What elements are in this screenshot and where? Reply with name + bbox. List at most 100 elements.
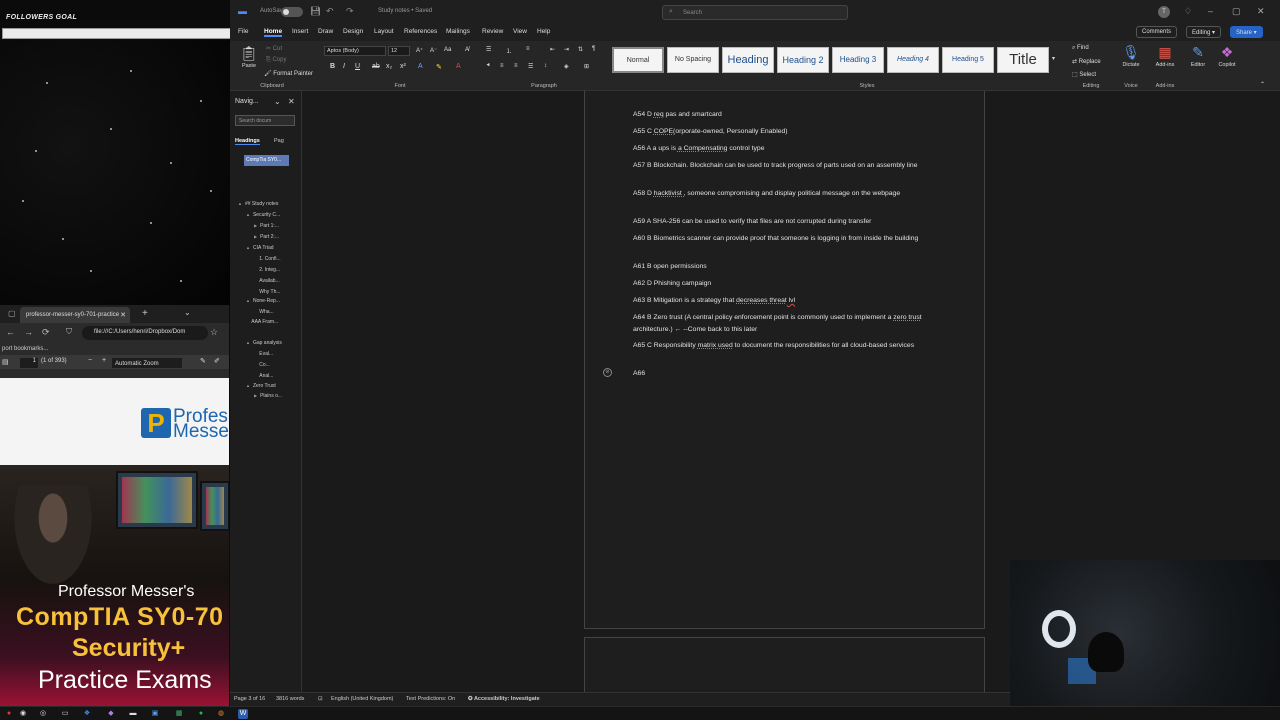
collapse-icon[interactable] [246, 319, 248, 324]
word-count[interactable]: 3816 words [276, 696, 304, 702]
bold-icon[interactable]: B [330, 63, 335, 70]
navigation-search-input[interactable]: Search docum [235, 115, 295, 126]
zoom-out-icon[interactable]: − [88, 357, 92, 364]
share-button[interactable]: Share ▾ [1230, 26, 1263, 38]
comments-button[interactable]: Comments [1136, 26, 1178, 38]
menu-references[interactable]: References [404, 28, 437, 35]
style-no-spacing[interactable]: No Spacing [667, 47, 719, 73]
editing-mode-button[interactable]: Editing ▾ [1186, 26, 1222, 38]
nav-heading-item[interactable]: Anal... [254, 373, 273, 379]
answer-a59[interactable]: A59 A SHA-256 can be used to verify that… [633, 216, 943, 228]
nav-heading-item[interactable]: Eval... [254, 351, 273, 357]
answer-a62[interactable]: A62 D Phishing campaign [633, 278, 943, 290]
answer-a60[interactable]: A60 B Biometrics scanner can provide pro… [633, 233, 943, 245]
dictate-button[interactable]: 🎙︎ Dictate [1116, 44, 1146, 68]
italic-icon[interactable]: I [343, 63, 345, 70]
collapse-icon[interactable]: ▲ [246, 298, 250, 303]
style-heading-5[interactable]: Heading 5 [942, 47, 994, 73]
menu-view[interactable]: View [513, 28, 527, 35]
chevron-down-icon[interactable]: ⌄ [274, 97, 281, 106]
avatar[interactable]: T [1158, 6, 1170, 18]
window-menu-icon[interactable]: ▢ [8, 309, 16, 318]
justify-icon[interactable]: ☰ [528, 63, 533, 70]
nav-heading-selected[interactable]: CompTia SY0... [244, 155, 289, 166]
zoom-in-icon[interactable]: + [102, 357, 106, 364]
expand-icon[interactable]: ▶ [254, 393, 257, 398]
collapse-icon[interactable] [254, 351, 256, 356]
collapse-icon[interactable]: ▲ [246, 212, 250, 217]
collapse-icon[interactable] [254, 267, 256, 272]
nav-heading-item[interactable]: ▲ Zero Trust [246, 383, 276, 389]
superscript-icon[interactable]: x² [400, 63, 406, 70]
proofing-icon[interactable]: ⊡ [318, 696, 323, 702]
nav-heading-item[interactable]: ▶ Part 1:... [254, 223, 279, 229]
app-icon[interactable]: ▦ [174, 709, 184, 719]
collapse-icon[interactable] [254, 278, 256, 283]
paragraph-options-icon[interactable]: ⊘ [603, 368, 612, 377]
nav-heading-item[interactable]: ▲ CIA Triad [246, 245, 274, 251]
align-center-icon[interactable]: ≡ [500, 63, 504, 69]
accessibility-status[interactable]: ✪ Accessibility: Investigate [468, 696, 540, 702]
answer-a65[interactable]: A65 C Responsibility matrix used to docu… [633, 340, 943, 352]
menu-mailings[interactable]: Mailings [446, 28, 470, 35]
menu-layout[interactable]: Layout [374, 28, 394, 35]
highlight-icon[interactable]: ✎ [200, 357, 206, 365]
decrease-indent-icon[interactable]: ⇤ [550, 46, 555, 53]
shield-icon[interactable]: ⛉ [66, 327, 72, 337]
numbering-icon[interactable]: ⒈ [506, 46, 512, 55]
replace-button[interactable]: ⇄ Replace [1072, 58, 1101, 65]
line-spacing-icon[interactable]: ↕ [544, 63, 547, 69]
addins-button[interactable]: ▦ Add-ins [1148, 44, 1182, 68]
page-indicator[interactable]: Page 3 of 16 [234, 696, 265, 702]
document-title[interactable]: Study notes • Saved [378, 8, 432, 14]
app-icon[interactable]: ▬ [128, 709, 138, 719]
terminal-icon[interactable]: ▭ [60, 709, 70, 719]
menu-file[interactable]: File [238, 28, 248, 35]
align-right-icon[interactable]: ≡ [514, 63, 518, 69]
change-case-icon[interactable]: Aa [444, 47, 451, 53]
obs-icon[interactable]: ◉ [18, 709, 28, 719]
minimize-icon[interactable]: – [1208, 6, 1213, 16]
collapse-icon[interactable] [254, 373, 256, 378]
menu-draw[interactable]: Draw [318, 28, 333, 35]
nav-heading-item[interactable]: Why Th... [254, 289, 280, 295]
editor-button[interactable]: ✎ Editor [1184, 44, 1212, 68]
collapse-icon[interactable] [254, 362, 256, 367]
answer-a64[interactable]: A64 B Zero trust (A central policy enfor… [633, 312, 943, 335]
style-heading-2[interactable]: Heading 2 [777, 47, 829, 73]
bullets-icon[interactable]: ☰ [486, 46, 491, 53]
new-tab-icon[interactable]: + [142, 308, 148, 319]
app-icon[interactable]: ◆ [106, 709, 116, 719]
back-icon[interactable]: ← [6, 327, 15, 337]
format-painter-button[interactable]: 🖌︎ Format Painter [264, 70, 313, 77]
text-effects-icon[interactable]: A [418, 63, 423, 70]
answer-a63[interactable]: A63 B Mitigation is a strategy that decr… [633, 295, 943, 307]
sidebar-toggle-icon[interactable]: ▤ [2, 358, 9, 366]
nav-heading-item[interactable]: ▲ None-Rep... [246, 298, 280, 304]
answer-a56[interactable]: A56 A a ups is a Compensating control ty… [633, 143, 943, 155]
page-number-input[interactable]: 1 [20, 358, 38, 368]
record-icon[interactable]: ● [4, 709, 14, 719]
select-button[interactable]: ⬚ Select [1072, 71, 1096, 78]
grow-font-icon[interactable]: A⁺ [416, 47, 423, 54]
redo-icon[interactable]: ↷ [346, 6, 354, 17]
cut-button[interactable]: ✂ Cut [266, 45, 282, 52]
zoom-select[interactable]: Automatic Zoom [112, 358, 182, 368]
draw-icon[interactable]: ✐ [214, 357, 220, 365]
maximize-icon[interactable]: ▢ [1232, 6, 1241, 17]
tab-pages[interactable]: Pag [274, 138, 284, 144]
font-size-select[interactable]: 12 [388, 46, 410, 56]
close-icon[interactable]: ✕ [1257, 6, 1265, 17]
collapse-icon[interactable] [254, 289, 256, 294]
nav-heading-item[interactable]: ▲ ## Study notes [238, 201, 278, 207]
browser-tab[interactable]: professor-messer-sy0-701-practice ✕ [20, 307, 130, 323]
answer-a61[interactable]: A61 B open permissions [633, 261, 943, 273]
subscript-icon[interactable]: x₂ [386, 63, 392, 70]
collapse-icon[interactable]: ▲ [246, 245, 250, 250]
undo-icon[interactable]: ↶ [326, 6, 334, 17]
shading-icon[interactable]: ◈ [564, 63, 569, 70]
dropbox-icon[interactable]: ❖ [82, 709, 92, 719]
paste-button[interactable]: 📋︎ Paste [236, 45, 262, 69]
answer-a54[interactable]: A54 D req pas and smartcard [633, 109, 943, 121]
find-button[interactable]: ⌕ Find [1072, 45, 1089, 52]
